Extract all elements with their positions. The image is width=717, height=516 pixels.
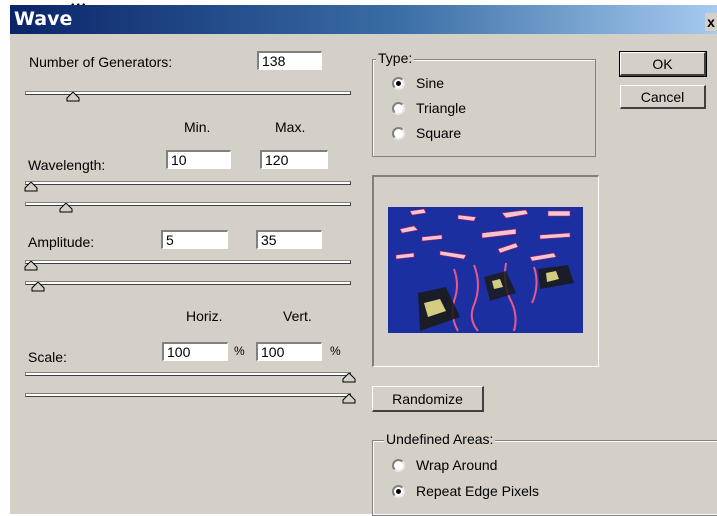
undefined-areas-legend: Undefined Areas: [384, 431, 496, 447]
generators-field[interactable]: 138 [257, 51, 322, 70]
amplitude-label: Amplitude: [28, 234, 95, 250]
type-group-legend: Type: [376, 50, 415, 66]
cancel-button[interactable]: Cancel [620, 85, 706, 109]
wavelength-min-field[interactable]: 10 [166, 150, 231, 169]
preview-frame [372, 175, 599, 367]
radio-square[interactable] [392, 127, 405, 140]
radio-repeat-edge-pixels-label[interactable]: Repeat Edge Pixels [416, 483, 539, 499]
amplitude-max-slider-track[interactable] [25, 281, 351, 285]
radio-wrap-around[interactable] [392, 459, 405, 472]
generators-slider-thumb[interactable] [66, 92, 80, 102]
radio-sine-label[interactable]: Sine [416, 75, 444, 91]
amplitude-max-slider-thumb[interactable] [31, 282, 45, 292]
scale-horiz-field[interactable]: 100 [162, 342, 228, 361]
vert-header: Vert. [283, 308, 312, 324]
wavelength-min-slider-thumb[interactable] [24, 182, 38, 192]
wavelength-min-slider-track[interactable] [25, 181, 351, 185]
amplitude-min-field[interactable]: 5 [161, 230, 228, 249]
type-group [372, 59, 596, 157]
min-header: Min. [184, 119, 211, 135]
window-title: Wave [14, 8, 73, 30]
radio-sine[interactable] [392, 77, 405, 90]
wavelength-max-slider-thumb[interactable] [59, 203, 73, 213]
scale-vert-slider-thumb[interactable] [342, 394, 356, 404]
scale-horiz-slider-thumb[interactable] [342, 373, 356, 383]
radio-repeat-edge-pixels[interactable] [392, 485, 405, 498]
wavelength-max-slider-track[interactable] [25, 202, 351, 206]
wave-dialog: Wave x Number of Generators: 138 Min. Ma… [10, 5, 717, 516]
scale-vert-field[interactable]: 100 [256, 342, 322, 361]
scale-horiz-unit: % [234, 344, 245, 358]
close-button[interactable]: x [705, 13, 717, 31]
scale-horiz-slider-track[interactable] [25, 372, 351, 376]
radio-triangle-label[interactable]: Triangle [416, 100, 466, 116]
scale-vert-slider-track[interactable] [25, 393, 351, 397]
radio-square-label[interactable]: Square [416, 125, 461, 141]
max-header: Max. [275, 119, 306, 135]
horiz-header: Horiz. [186, 308, 223, 324]
wavelength-max-field[interactable]: 120 [260, 150, 328, 169]
wavelength-label: Wavelength: [28, 157, 106, 173]
generators-label: Number of Generators: [29, 54, 173, 70]
amplitude-min-slider-thumb[interactable] [24, 261, 38, 271]
amplitude-min-slider-track[interactable] [25, 260, 351, 264]
undefined-areas-group [372, 440, 717, 516]
preview-image[interactable] [388, 207, 583, 333]
amplitude-max-field[interactable]: 35 [256, 230, 322, 249]
radio-triangle[interactable] [392, 102, 405, 115]
ok-button[interactable]: OK [619, 51, 707, 77]
radio-wrap-around-label[interactable]: Wrap Around [416, 457, 497, 473]
scale-label: Scale: [28, 349, 67, 365]
scale-vert-unit: % [330, 344, 341, 358]
randomize-button[interactable]: Randomize [372, 386, 484, 412]
title-bar[interactable]: Wave x [10, 5, 717, 34]
